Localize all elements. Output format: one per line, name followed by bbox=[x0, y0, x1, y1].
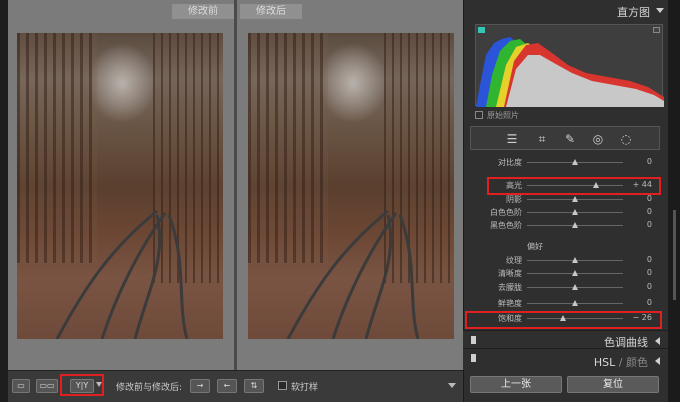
reset-button[interactable]: 复位 bbox=[567, 376, 659, 393]
panel-toggle-icon[interactable] bbox=[471, 336, 476, 344]
slider-value[interactable]: 0 bbox=[624, 157, 652, 166]
left-panel-edge bbox=[0, 0, 8, 402]
slider-row: 鲜艳度 0 bbox=[470, 298, 660, 310]
slider-value[interactable]: 0 bbox=[624, 282, 652, 291]
histogram-title: 直方图 bbox=[617, 6, 650, 19]
after-photo[interactable] bbox=[248, 33, 454, 339]
before-label: 修改前 bbox=[172, 4, 234, 19]
slider-value[interactable]: 0 bbox=[624, 207, 652, 216]
swap-icon[interactable]: ⇅ bbox=[244, 379, 264, 393]
develop-tool-strip: ☰ ⌗ ✎ ◎ ◌ bbox=[470, 126, 660, 150]
slider-row: 清晰度 0 bbox=[470, 268, 660, 280]
panel-toggle-icon[interactable] bbox=[471, 354, 476, 362]
before-photo[interactable] bbox=[17, 33, 223, 339]
sliders-icon[interactable]: ☰ bbox=[505, 132, 519, 146]
hsl-labels: HSL / 颜色 bbox=[594, 354, 648, 370]
soft-proof-label: 软打样 bbox=[291, 383, 319, 393]
slider-label: 阴影 bbox=[506, 195, 522, 204]
previous-button[interactable]: 上一张 bbox=[470, 376, 562, 393]
scroll-thumb[interactable] bbox=[673, 210, 676, 300]
original-photo-checkbox[interactable] bbox=[475, 111, 483, 119]
highlight-box-saturation bbox=[465, 311, 662, 329]
slider-row: 对比度 0 bbox=[470, 157, 660, 169]
tone-curve-header[interactable]: 色调曲线 bbox=[463, 330, 668, 349]
view-divider bbox=[234, 0, 237, 370]
highlight-clip-icon[interactable] bbox=[653, 27, 660, 33]
slider-row: 黑色色阶 0 bbox=[470, 220, 660, 232]
histogram bbox=[475, 24, 664, 107]
red-eye-icon[interactable]: ◎ bbox=[591, 132, 605, 146]
slider-label: 对比度 bbox=[498, 158, 522, 167]
soft-proof-checkbox[interactable] bbox=[278, 381, 287, 390]
slider-row: 阴影 0 bbox=[470, 194, 660, 206]
slider-value[interactable]: 0 bbox=[624, 255, 652, 264]
side-by-side-icon[interactable]: ▭▭ bbox=[36, 379, 58, 393]
slider-value[interactable]: 0 bbox=[624, 194, 652, 203]
chevron-left-icon[interactable] bbox=[655, 337, 660, 345]
slider-thumb[interactable] bbox=[572, 222, 578, 228]
slider-thumb[interactable] bbox=[572, 196, 578, 202]
highlight-box-highlights bbox=[487, 177, 661, 195]
slider-thumb[interactable] bbox=[572, 284, 578, 290]
slider-value[interactable]: 0 bbox=[624, 298, 652, 307]
single-view-icon[interactable]: ▭ bbox=[12, 379, 30, 393]
panel-scrollbar[interactable] bbox=[668, 0, 680, 402]
slider-label: 黑色色阶 bbox=[490, 221, 522, 230]
histogram-graph bbox=[476, 37, 664, 107]
slider-label: 鲜艳度 bbox=[498, 299, 522, 308]
slider-label: 白色色阶 bbox=[490, 208, 522, 217]
slider-label: 清晰度 bbox=[498, 269, 522, 278]
compare-label: 修改前与修改后: bbox=[116, 383, 183, 393]
highlight-box-yy bbox=[60, 374, 104, 396]
hsl-header[interactable]: HSL / 颜色 bbox=[463, 348, 668, 370]
slider-thumb[interactable] bbox=[572, 300, 578, 306]
healing-brush-icon[interactable]: ✎ bbox=[563, 132, 577, 146]
slider-label: 去朦胧 bbox=[498, 283, 522, 292]
color-label[interactable]: 颜色 bbox=[626, 356, 648, 369]
toolbar-menu-icon[interactable] bbox=[448, 383, 456, 388]
slider-row: 纹理 0 bbox=[470, 255, 660, 267]
slider-value[interactable]: 0 bbox=[624, 220, 652, 229]
copy-before-to-after-icon[interactable]: → bbox=[190, 379, 210, 393]
slider-thumb[interactable] bbox=[572, 270, 578, 276]
slider-row: 白色色阶 0 bbox=[470, 207, 660, 219]
hsl-separator: / bbox=[618, 356, 623, 369]
slider-label: 纹理 bbox=[506, 256, 522, 265]
slider-thumb[interactable] bbox=[572, 159, 578, 165]
crop-icon[interactable]: ⌗ bbox=[535, 132, 549, 146]
after-label: 修改后 bbox=[240, 4, 302, 19]
slider-thumb[interactable] bbox=[572, 257, 578, 263]
copy-after-to-before-icon[interactable]: ← bbox=[217, 379, 237, 393]
presence-title: 偏好 bbox=[527, 242, 543, 251]
histogram-header[interactable]: 直方图 bbox=[470, 4, 666, 22]
chevron-down-icon[interactable] bbox=[656, 8, 664, 13]
hsl-label[interactable]: HSL bbox=[594, 356, 615, 369]
original-photo-label: 原始照片 bbox=[487, 111, 519, 120]
slider-thumb[interactable] bbox=[572, 209, 578, 215]
masking-icon[interactable]: ◌ bbox=[619, 132, 633, 146]
chevron-left-icon[interactable] bbox=[655, 357, 660, 365]
slider-row: 去朦胧 0 bbox=[470, 282, 660, 294]
railway-tracks bbox=[55, 209, 189, 339]
shadow-clip-icon[interactable] bbox=[478, 27, 485, 33]
slider-value[interactable]: 0 bbox=[624, 268, 652, 277]
railway-tracks bbox=[286, 209, 420, 339]
